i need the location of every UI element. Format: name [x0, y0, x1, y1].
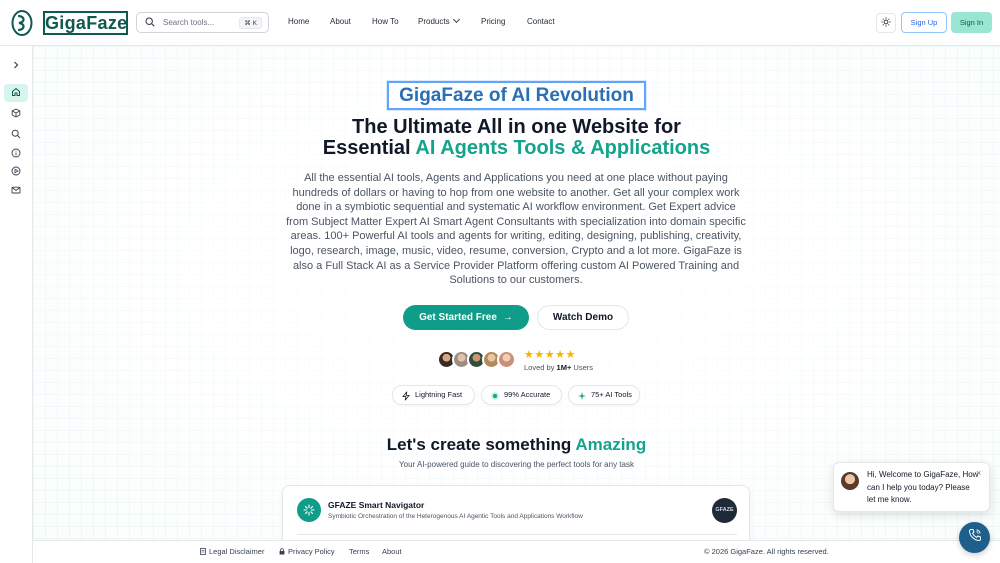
hero-title-highlight: AI Agents Tools & Applications [415, 137, 711, 159]
chat-launcher-button[interactable] [959, 522, 990, 553]
hero-title-line-2: Essential AI Agents Tools & Applications [33, 137, 1000, 159]
close-icon[interactable]: × [976, 468, 981, 478]
sidebar-item-contact[interactable] [4, 182, 28, 200]
nav-about[interactable]: About [330, 17, 351, 26]
navigator-subtitle: Symbiotic Orchestration of the Heterogen… [328, 513, 583, 520]
search-box[interactable]: Search tools... ⌘ K [136, 12, 269, 33]
footer-about-link[interactable]: About [382, 547, 402, 556]
feature-pill-lightning-fast: Lightning Fast [392, 385, 475, 405]
footer-copyright: © 2026 GigaFaze. All rights reserved. [704, 547, 829, 556]
nav-contact[interactable]: Contact [527, 17, 555, 26]
navigator-title: GFAZE Smart Navigator [328, 500, 425, 510]
nav-pricing[interactable]: Pricing [481, 17, 505, 26]
feature-pill-label: Lightning Fast [415, 390, 463, 399]
cube-icon [11, 105, 21, 123]
nav-home[interactable]: Home [288, 17, 309, 26]
footer-terms-link[interactable]: Terms [349, 547, 369, 556]
watch-demo-button[interactable]: Watch Demo [537, 305, 629, 330]
feature-pill-label: 99% Accurate [504, 390, 551, 399]
sidebar-item-home[interactable] [4, 84, 28, 102]
hero-description: All the essential AI tools, Agents and A… [286, 172, 746, 287]
search-icon [145, 14, 155, 32]
search-input[interactable]: Search tools... [163, 18, 214, 27]
phone-icon [968, 528, 982, 547]
lightning-icon [401, 390, 411, 401]
sidebar-item-demo[interactable] [4, 163, 28, 181]
sidebar [0, 46, 33, 563]
navigator-divider [297, 534, 737, 535]
chat-message: Hi, Welcome to GigaFaze, How can I help … [867, 470, 979, 504]
sidebar-item-search[interactable] [4, 126, 28, 144]
sidebar-expand-button[interactable] [4, 57, 28, 75]
loved-count: 1M+ [556, 363, 572, 372]
theme-toggle-button[interactable] [876, 13, 896, 33]
chat-welcome-bubble[interactable]: Hi, Welcome to GigaFaze, How can I help … [833, 462, 990, 512]
footer-privacy-link[interactable]: Privacy Policy [279, 547, 335, 556]
feature-pill-tools: 75+ AI Tools [568, 385, 640, 405]
section-title: Let's create something Amazing [33, 435, 1000, 455]
footer: Legal Disclaimer Privacy Policy Terms Ab… [33, 540, 1000, 563]
footer-privacy-label: Privacy Policy [288, 547, 335, 556]
sidebar-item-info[interactable] [4, 145, 28, 163]
navigator-logo: GFAZE [712, 498, 737, 523]
search-shortcut-badge: ⌘ K [239, 17, 262, 29]
lock-icon [279, 548, 285, 555]
brand-logo-text[interactable]: GigaFaze [43, 11, 128, 35]
user-avatars [437, 350, 519, 370]
info-icon [11, 145, 21, 163]
sun-icon [881, 14, 891, 32]
avatar [841, 472, 859, 490]
smart-navigator-card[interactable]: GFAZE Smart Navigator Symbiotic Orchestr… [282, 485, 750, 540]
nav-how-to[interactable]: How To [372, 17, 399, 26]
play-icon [11, 163, 21, 181]
hero-title-plain: Essential [322, 137, 416, 159]
mail-icon [11, 182, 21, 200]
section-title-highlight: Amazing [575, 435, 647, 454]
loved-prefix: Loved by [524, 363, 557, 372]
arrow-right-icon: → [502, 312, 513, 323]
home-icon [11, 84, 21, 102]
chevron-right-icon [11, 57, 21, 75]
hero-title-line-1: The Ultimate All in one Website for [352, 116, 681, 138]
sign-in-button[interactable]: Sign In [951, 12, 992, 33]
chevron-down-icon [452, 15, 460, 24]
rating-stars: ★★★★★ [524, 349, 576, 361]
document-icon [200, 548, 206, 555]
nav-products-label: Products [418, 17, 450, 26]
loved-suffix: Users [571, 363, 594, 372]
feature-pill-label: 75+ AI Tools [591, 390, 632, 399]
feature-pill-accuracy: 99% Accurate [481, 385, 562, 405]
get-started-label: Get Started Free [419, 312, 497, 323]
loved-by-text: Loved by 1M+ Users [524, 363, 593, 372]
nav-products[interactable]: Products [418, 15, 460, 26]
target-icon [490, 390, 500, 400]
sidebar-item-products[interactable] [4, 105, 28, 123]
top-header: GigaFaze Search tools... ⌘ K Home About … [0, 0, 1000, 46]
sparkle-icon [577, 390, 587, 400]
logo-icon[interactable] [11, 10, 33, 36]
sign-up-button[interactable]: Sign Up [901, 12, 947, 33]
footer-legal-link[interactable]: Legal Disclaimer [200, 547, 264, 556]
navigator-icon [297, 498, 321, 522]
hero-badge: GigaFaze of AI Revolution [387, 81, 646, 110]
section-title-plain: Let's create something [386, 435, 576, 454]
get-started-button[interactable]: Get Started Free → [403, 305, 529, 330]
search-icon [11, 126, 21, 144]
avatar [497, 350, 516, 369]
footer-legal-label: Legal Disclaimer [209, 547, 265, 556]
